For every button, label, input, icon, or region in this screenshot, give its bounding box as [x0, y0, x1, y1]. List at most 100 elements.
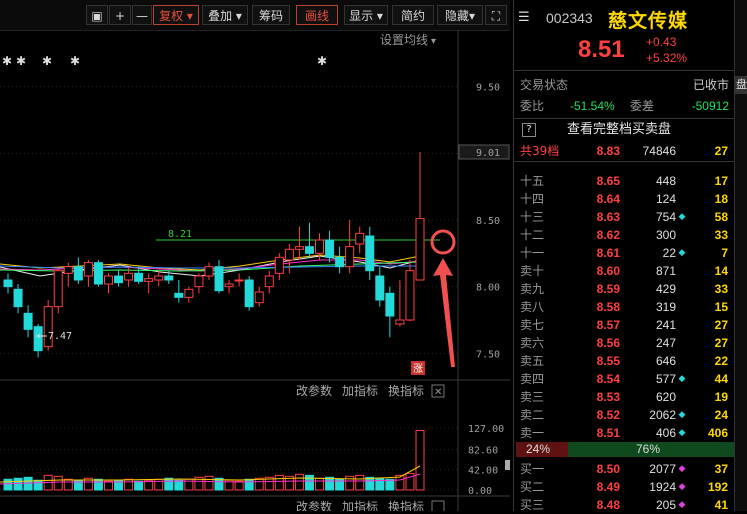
book-count: 22	[714, 354, 728, 368]
side-tab[interactable]: 盘	[735, 76, 747, 94]
book-price: 8.51	[596, 426, 620, 440]
hide-button[interactable]: 隐藏▾	[437, 5, 483, 25]
collapse-handle-icon[interactable]	[505, 460, 510, 470]
book-count: 14	[714, 264, 728, 278]
total-count: 27	[714, 144, 728, 158]
weibi-label: 委比	[520, 99, 545, 113]
ask-row[interactable]: 卖一 8.51 406 ◆ 406	[514, 424, 735, 442]
ask-row[interactable]: 十三 8.63 754 ◆ 58	[514, 208, 735, 226]
lock-icon[interactable]: ▣	[86, 5, 108, 25]
ask-row[interactable]: 卖五 8.55 646 22	[514, 352, 735, 370]
ma-setting-link[interactable]: 设置均线	[380, 33, 428, 47]
ask-row[interactable]: 十一 8.61 22 ◆ 7	[514, 244, 735, 262]
ask-row[interactable]: 卖八 8.58 319 15	[514, 298, 735, 316]
book-count: 58	[714, 210, 728, 224]
book-price: 8.61	[596, 246, 620, 260]
candle-body	[415, 218, 425, 281]
book-level-label: 卖六	[520, 336, 545, 350]
ask-row[interactable]: 卖十 8.60 871 14	[514, 262, 735, 280]
edit-params-link[interactable]: 改参数	[296, 383, 332, 398]
divider	[514, 161, 735, 162]
event-marker-icon[interactable]: ✱	[2, 54, 12, 68]
bid-row[interactable]: 买二 8.49 1924 ◆ 192	[514, 478, 735, 496]
book-volume: 871	[655, 264, 676, 278]
bid-row[interactable]: 买一 8.50 2077 ◆ 37	[514, 460, 735, 478]
bid-row[interactable]: 买三 8.48 205 ◆ 41	[514, 496, 735, 514]
book-count: 17	[714, 174, 728, 188]
ask-row[interactable]: 十四 8.64 124 18	[514, 190, 735, 208]
full-book-link[interactable]: 查看完整档买卖盘	[567, 121, 671, 139]
book-count: 15	[714, 300, 728, 314]
fuquan-button[interactable]: 复权 ▾	[153, 5, 199, 25]
kline-chart[interactable]: 设置均线 ▾ ✱ ✱ ✱ ✱ ✱ 9.509.008.508.007.509.0…	[0, 30, 510, 511]
event-marker-icon[interactable]: ✱	[70, 54, 80, 68]
ask-row[interactable]: 卖九 8.59 429 33	[514, 280, 735, 298]
volume-bar	[103, 480, 113, 491]
last-price: 8.51	[578, 36, 625, 63]
weibi-value: -51.54%	[570, 99, 615, 113]
volume-bar	[385, 478, 395, 491]
order-marker-icon: ◆	[678, 410, 686, 420]
full-book-row[interactable]: ? 查看完整档买卖盘	[514, 121, 735, 139]
add-indicator-link-2[interactable]: 加指标	[342, 499, 378, 511]
book-level-label: 买二	[520, 480, 545, 494]
book-level-label: 卖二	[520, 408, 545, 422]
ask-row[interactable]: 卖六 8.56 247 27	[514, 334, 735, 352]
ask-row[interactable]: 卖三 8.53 620 19	[514, 388, 735, 406]
event-marker-icon[interactable]: ✱	[317, 54, 327, 68]
book-count: 192	[707, 480, 728, 494]
book-level-label: 卖一	[520, 426, 545, 440]
book-level-label: 十一	[520, 246, 545, 260]
side-tabs: 盘	[734, 0, 747, 511]
switch-indicator-link[interactable]: 换指标	[388, 383, 424, 398]
zoom-in-icon[interactable]: +	[109, 5, 131, 25]
overlay-button[interactable]: 叠加 ▾	[202, 5, 248, 25]
ask-row[interactable]: 十二 8.62 300 33	[514, 226, 735, 244]
book-level-label: 卖九	[520, 282, 545, 296]
volume-bar	[365, 476, 375, 491]
display-button[interactable]: 显示 ▾	[344, 5, 388, 25]
ask-row[interactable]: 十五 8.65 448 17	[514, 172, 735, 190]
book-price: 8.50	[596, 462, 620, 476]
book-count: 7	[721, 246, 728, 260]
book-level-label: 买一	[520, 462, 545, 476]
volume-bar	[33, 479, 43, 491]
ask-row[interactable]: 卖二 8.52 2062 ◆ 24	[514, 406, 735, 424]
expand-icon[interactable]: ⛶	[485, 5, 507, 25]
simple-button[interactable]: 简约	[392, 5, 434, 25]
book-price: 8.52	[596, 408, 620, 422]
draw-line-button[interactable]: 画线	[296, 5, 338, 25]
divider	[514, 70, 735, 71]
menu-icon[interactable]: ☰	[518, 10, 530, 25]
chips-button[interactable]: 筹码	[252, 5, 290, 25]
book-count: 27	[714, 336, 728, 350]
book-level-label: 卖七	[520, 318, 545, 332]
candle-body	[204, 266, 214, 277]
candle-body	[234, 279, 244, 282]
book-price: 8.63	[596, 210, 620, 224]
close-pane-icon[interactable]	[431, 500, 445, 511]
ask-row[interactable]: 卖七 8.57 241 27	[514, 316, 735, 334]
book-count: 44	[714, 372, 728, 386]
sell-ratio-label: 24%	[526, 442, 551, 456]
volume-bar	[294, 473, 304, 491]
ask-row[interactable]: 卖四 8.54 577 ◆ 44	[514, 370, 735, 388]
switch-indicator-link-2[interactable]: 换指标	[388, 499, 424, 511]
hline-label: 8.21	[168, 229, 192, 240]
volume-bar	[93, 478, 103, 491]
add-indicator-link[interactable]: 加指标	[342, 383, 378, 398]
book-count: 18	[714, 192, 728, 206]
event-marker-icon[interactable]: ✱	[42, 54, 52, 68]
book-price: 8.64	[596, 192, 620, 206]
candle-body	[355, 232, 365, 245]
help-icon[interactable]: ?	[522, 123, 536, 137]
volume-bar	[174, 479, 184, 491]
price-change: +0.43	[646, 35, 677, 49]
edit-params-link-2[interactable]: 改参数	[296, 499, 332, 511]
candle-body	[365, 235, 375, 272]
event-marker-icon[interactable]: ✱	[16, 54, 26, 68]
zoom-out-icon[interactable]: —	[132, 5, 152, 25]
book-volume: 620	[655, 390, 676, 404]
candle-body	[174, 292, 184, 298]
book-level-label: 买三	[520, 498, 545, 512]
